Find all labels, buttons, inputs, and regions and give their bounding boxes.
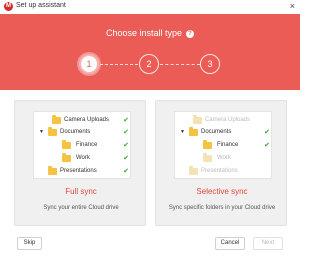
check-icon: ✔ bbox=[264, 142, 270, 149]
step-1: 1 bbox=[79, 54, 99, 74]
folder-icon bbox=[48, 166, 57, 175]
skip-button[interactable]: Skip bbox=[17, 237, 42, 250]
tree-row: Presentations ✔ bbox=[34, 166, 132, 177]
page-title-text: Choose install type bbox=[105, 28, 183, 38]
step-2: 2 bbox=[139, 54, 159, 74]
step-connector bbox=[100, 64, 138, 65]
selective-sync-description: Sync specific folders in your Cloud driv… bbox=[168, 205, 276, 211]
folder-label: Documents bbox=[60, 129, 91, 135]
check-icon: ✔ bbox=[264, 129, 270, 136]
help-icon[interactable]: ? bbox=[186, 30, 195, 38]
check-icon: ✔ bbox=[123, 155, 129, 162]
folder-label: Finance bbox=[76, 142, 98, 148]
tree-row: ▼ Documents ✔ bbox=[175, 127, 273, 138]
tree-row: Finance ✔ bbox=[175, 140, 273, 151]
folder-icon bbox=[52, 115, 61, 124]
next-button[interactable]: Next bbox=[253, 237, 283, 250]
check-icon: ✔ bbox=[123, 117, 129, 124]
tree-row: Camera Uploads ✔ bbox=[34, 115, 132, 126]
tree-row: Camera Uploads bbox=[175, 115, 273, 126]
folder-icon bbox=[189, 166, 198, 175]
folder-label: Finance bbox=[217, 142, 239, 148]
full-sync-option[interactable]: Camera Uploads ✔ ▼ Documents ✔ Finance ✔… bbox=[14, 100, 146, 226]
folder-icon bbox=[193, 115, 202, 124]
title-bar: M Set up assistant × bbox=[0, 0, 300, 14]
step-connector bbox=[160, 64, 200, 65]
full-sync-description: Sync your entire Cloud drive bbox=[43, 205, 119, 211]
folder-tree-preview: Camera Uploads ✔ ▼ Documents ✔ Finance ✔… bbox=[33, 111, 131, 179]
folder-tree-preview: Camera Uploads ▼ Documents ✔ Finance ✔ W… bbox=[174, 111, 272, 179]
folder-icon bbox=[62, 153, 71, 162]
tree-row: Work bbox=[175, 153, 273, 164]
check-icon: ✔ bbox=[123, 129, 129, 136]
tree-row: ▼ Documents ✔ bbox=[34, 127, 132, 138]
check-icon: ✔ bbox=[123, 142, 129, 149]
caret-down-icon: ▼ bbox=[180, 129, 185, 135]
folder-label: Camera Uploads bbox=[205, 117, 251, 123]
folder-label: Camera Uploads bbox=[64, 117, 110, 123]
folder-label: Work bbox=[217, 155, 231, 161]
tree-row: Work ✔ bbox=[34, 153, 132, 164]
folder-label: Presentations bbox=[60, 168, 97, 174]
step-3: 3 bbox=[200, 54, 220, 74]
close-icon[interactable]: × bbox=[290, 1, 295, 12]
folder-label: Documents bbox=[201, 129, 232, 135]
page-title: Choose install type? bbox=[0, 28, 300, 38]
selective-sync-title: Selective sync bbox=[196, 187, 248, 196]
tree-row: Presentations bbox=[175, 166, 273, 177]
selective-sync-option[interactable]: Camera Uploads ▼ Documents ✔ Finance ✔ W… bbox=[155, 100, 287, 226]
folder-icon bbox=[189, 127, 198, 136]
check-icon: ✔ bbox=[123, 168, 129, 175]
header-banner: Choose install type? 1 2 3 bbox=[0, 14, 300, 90]
folder-icon bbox=[62, 140, 71, 149]
tree-row: Finance ✔ bbox=[34, 140, 132, 151]
folder-icon bbox=[203, 140, 212, 149]
folder-icon bbox=[48, 127, 57, 136]
full-sync-title: Full sync bbox=[65, 187, 97, 196]
step-indicator: 1 2 3 bbox=[0, 54, 300, 74]
cancel-button[interactable]: Cancel bbox=[215, 237, 245, 250]
folder-label: Work bbox=[76, 155, 90, 161]
app-logo-icon: M bbox=[4, 2, 13, 11]
folder-icon bbox=[203, 153, 212, 162]
folder-label: Presentations bbox=[201, 168, 238, 174]
window-title: Set up assistant bbox=[16, 2, 66, 9]
caret-down-icon: ▼ bbox=[39, 129, 44, 135]
